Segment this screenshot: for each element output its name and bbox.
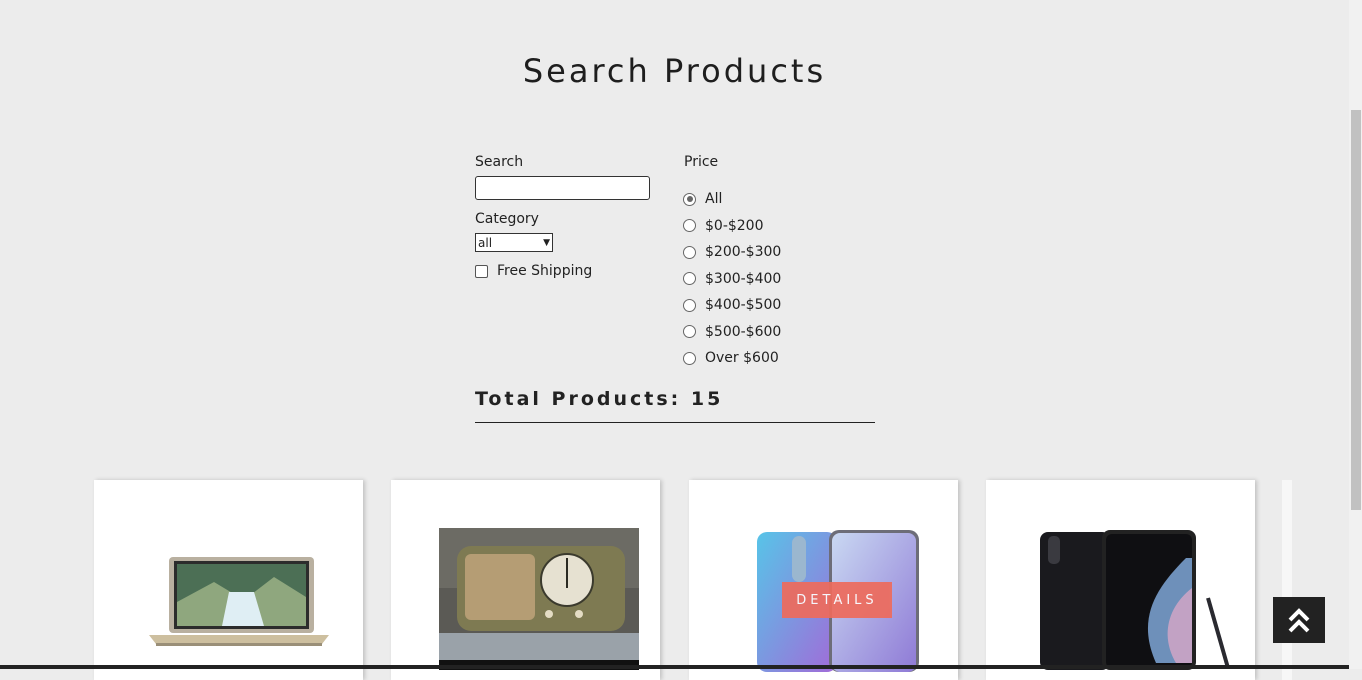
price-radio[interactable] xyxy=(683,325,696,339)
laptop-image[interactable] xyxy=(144,552,334,647)
search-label: Search xyxy=(475,154,524,170)
free-shipping-checkbox[interactable] xyxy=(475,264,488,278)
phone-with-stylus-image[interactable] xyxy=(1036,528,1236,670)
price-option-label: $500-$600 xyxy=(705,323,782,340)
category-select[interactable]: all ▼ xyxy=(475,233,553,252)
category-selected-value: all xyxy=(478,235,493,250)
category-label: Category xyxy=(475,211,539,227)
price-radio[interactable] xyxy=(683,219,696,233)
price-option-label: $400-$500 xyxy=(705,297,782,314)
price-radio[interactable] xyxy=(683,298,696,312)
vintage-radio-image[interactable] xyxy=(439,528,639,670)
product-card[interactable] xyxy=(986,480,1255,680)
price-option-400-500[interactable]: $400-$500 xyxy=(683,292,781,319)
free-shipping-option[interactable]: Free Shipping xyxy=(475,263,592,279)
price-option-label: Over $600 xyxy=(705,350,779,367)
divider xyxy=(475,422,875,423)
double-chevron-up-icon xyxy=(1288,608,1310,633)
price-radio-group: All $0-$200 $200-$300 $300-$400 $400-$50… xyxy=(683,186,781,372)
price-radio[interactable] xyxy=(683,351,696,365)
price-option-300-400[interactable]: $300-$400 xyxy=(683,266,781,293)
page-title: Search Products xyxy=(522,52,827,90)
price-option-over-600[interactable]: Over $600 xyxy=(683,345,781,372)
product-card[interactable] xyxy=(391,480,660,680)
price-radio[interactable] xyxy=(683,272,696,286)
price-option-label: $0-$200 xyxy=(705,217,764,234)
price-option-0-200[interactable]: $0-$200 xyxy=(683,213,781,240)
total-products: Total Products: 15 xyxy=(475,388,724,410)
price-option-500-600[interactable]: $500-$600 xyxy=(683,319,781,346)
product-card[interactable] xyxy=(94,480,363,680)
chevron-down-icon: ▼ xyxy=(543,237,550,248)
product-card-partial xyxy=(1282,480,1292,680)
search-input[interactable] xyxy=(475,176,650,200)
details-button[interactable]: DETAILS xyxy=(782,582,892,618)
price-option-label: $300-$400 xyxy=(705,270,782,287)
price-label: Price xyxy=(684,154,719,170)
scroll-to-top-button[interactable] xyxy=(1273,597,1325,643)
price-option-label: All xyxy=(705,191,723,208)
bottom-border xyxy=(0,665,1349,669)
price-option-200-300[interactable]: $200-$300 xyxy=(683,239,781,266)
free-shipping-label: Free Shipping xyxy=(497,263,593,279)
price-radio[interactable] xyxy=(683,192,696,206)
price-radio[interactable] xyxy=(683,245,696,259)
price-option-label: $200-$300 xyxy=(705,244,782,261)
price-option-all[interactable]: All xyxy=(683,186,781,213)
product-card[interactable]: DETAILS xyxy=(689,480,958,680)
scrollbar-thumb[interactable] xyxy=(1351,110,1361,510)
